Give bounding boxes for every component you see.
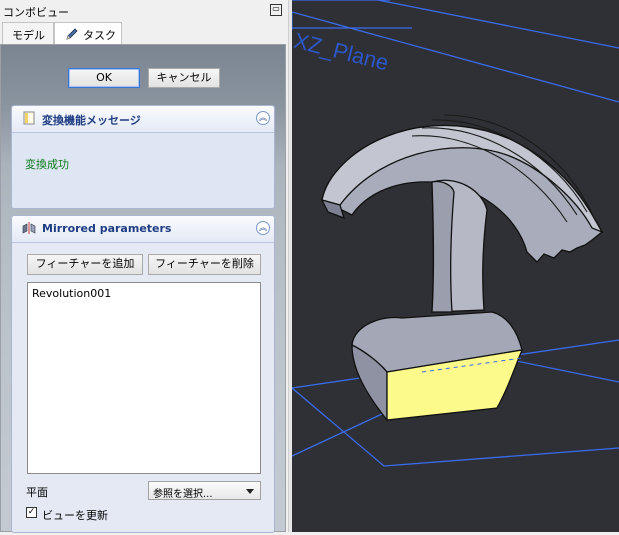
combo-view-title: コンボビュー <box>3 6 69 19</box>
tab-model[interactable]: モデル <box>2 22 54 44</box>
tab-model-label: モデル <box>12 29 45 42</box>
transform-message-panel: 変換機能メッセージ ︽ 変換成功 <box>11 105 275 209</box>
3d-scene[interactable]: XZ_Plane <box>291 0 619 532</box>
plane-select[interactable]: 参照を選択... <box>148 481 261 500</box>
combo-tabs: モデル タスク <box>0 22 288 45</box>
feature-list[interactable]: Revolution001 <box>27 282 261 474</box>
document-icon <box>23 111 35 125</box>
float-panel-icon[interactable]: ▭ <box>270 4 282 16</box>
collapse-icon[interactable]: ︽ <box>256 221 270 235</box>
update-view-checkbox[interactable]: ✓ <box>26 507 37 518</box>
transform-message-title: 変換機能メッセージ <box>42 114 141 127</box>
transform-status-text: 変換成功 <box>25 158 69 171</box>
mirrored-parameters-title: Mirrored parameters <box>42 222 172 235</box>
plane-select-value: 参照を選択... <box>153 489 213 500</box>
combo-view-panel: コンボビュー ▭ モデル タスク OK キャンセル 変換機能メッセージ ︽ 変換… <box>0 0 288 533</box>
chevron-down-icon <box>246 489 254 494</box>
tab-task-label: タスク <box>83 29 116 42</box>
mirrored-parameters-header[interactable]: Mirrored parameters ︽ <box>12 216 274 243</box>
combo-view-titlebar: コンボビュー ▭ <box>0 0 288 22</box>
remove-feature-button[interactable]: フィーチャーを削除 <box>148 254 261 275</box>
tab-task[interactable]: タスク <box>54 22 122 45</box>
3d-view[interactable]: XZ_Plane <box>291 0 619 532</box>
plane-label: 平面 <box>26 486 48 499</box>
ok-button[interactable]: OK <box>68 68 140 88</box>
update-view-label[interactable]: ビューを更新 <box>42 507 108 523</box>
model-body[interactable] <box>320 114 604 422</box>
transform-message-header[interactable]: 変換機能メッセージ ︽ <box>12 106 274 133</box>
cancel-button[interactable]: キャンセル <box>148 68 220 88</box>
add-feature-button[interactable]: フィーチャーを追加 <box>27 254 143 275</box>
task-panel: OK キャンセル 変換機能メッセージ ︽ 変換成功 Mirrored param… <box>0 44 286 533</box>
list-item[interactable]: Revolution001 <box>32 287 111 300</box>
collapse-icon[interactable]: ︽ <box>256 111 270 125</box>
mirrored-feature-icon <box>22 222 36 234</box>
mirrored-parameters-panel: Mirrored parameters ︽ フィーチャーを追加 フィーチャーを削… <box>11 215 275 533</box>
pencil-icon <box>66 28 78 40</box>
